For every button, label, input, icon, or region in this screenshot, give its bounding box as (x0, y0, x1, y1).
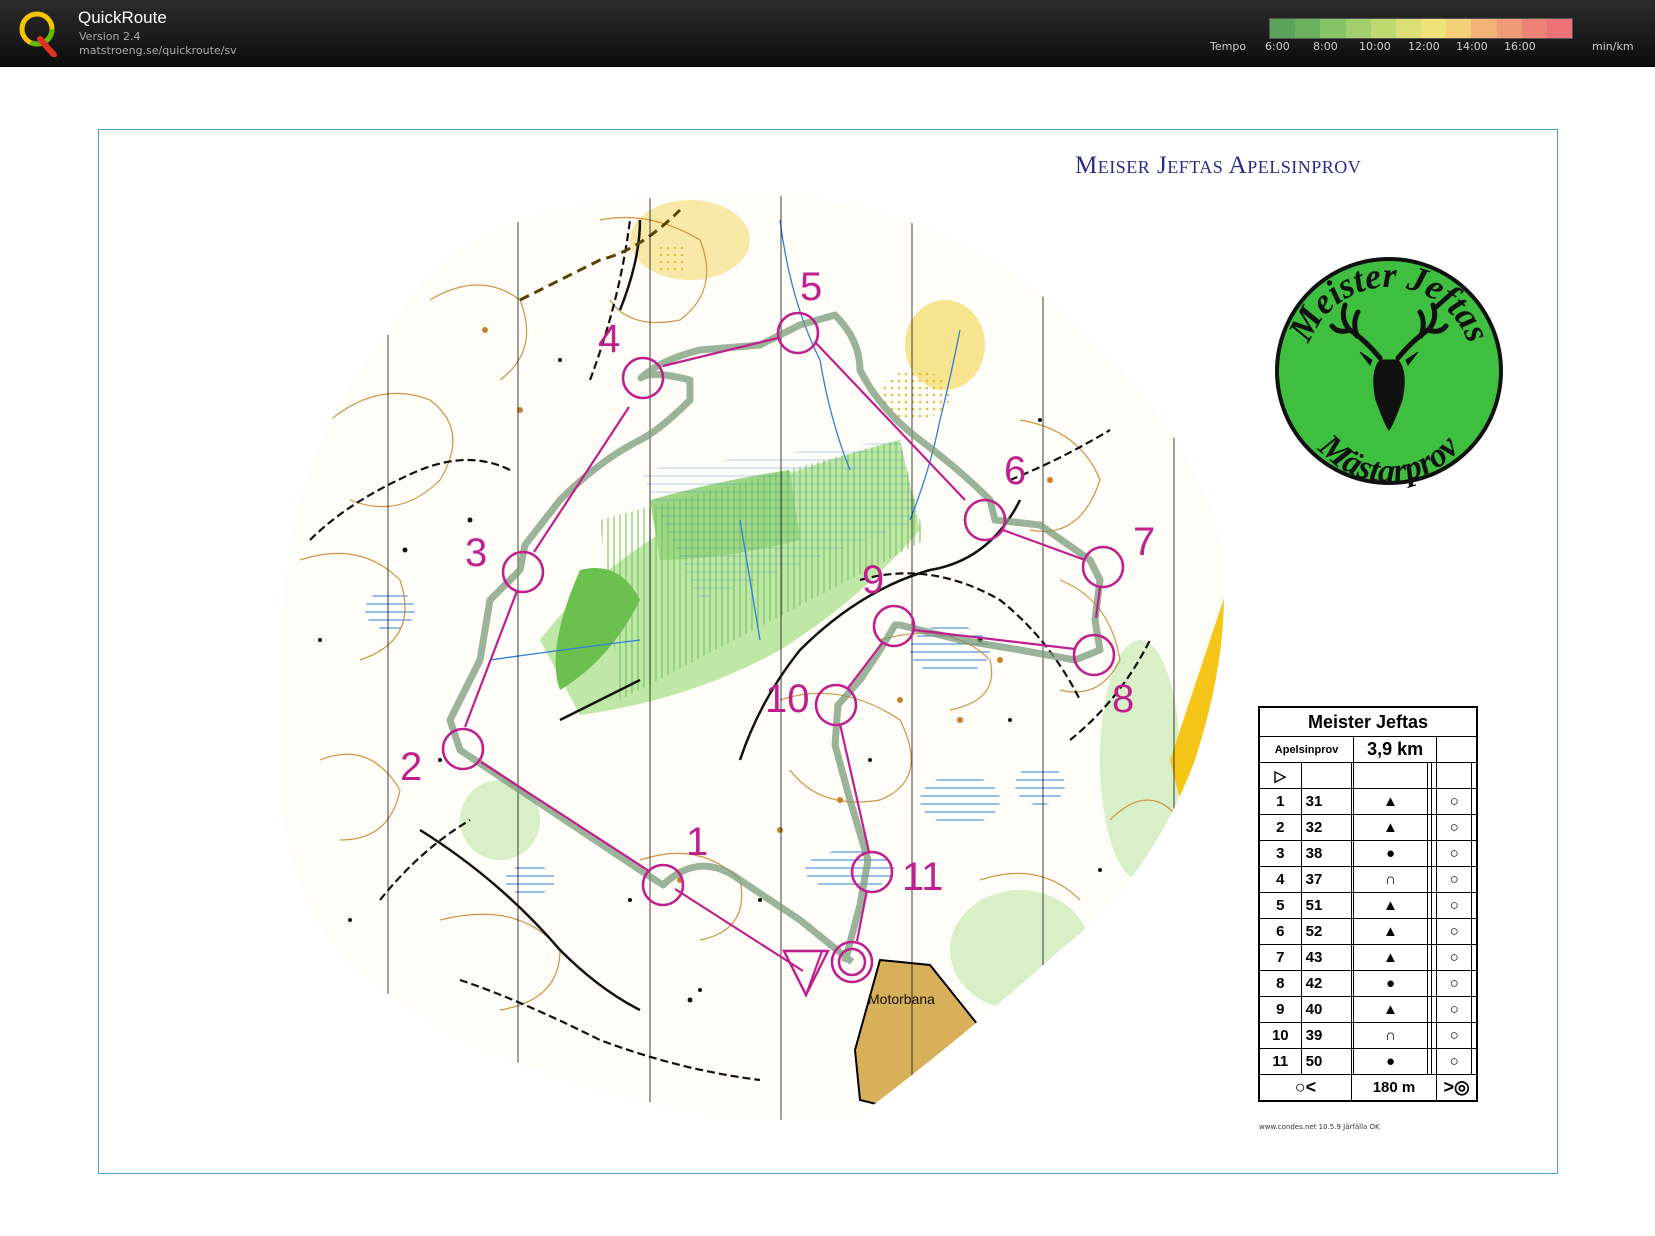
card-control-code: 37 (1300, 866, 1352, 893)
card-row: 3 38 ● ○ (1258, 840, 1478, 867)
card-control-code: 32 (1300, 814, 1352, 841)
card-row: 11 50 ● ○ (1258, 1048, 1478, 1075)
finish-start-icon: ○< (1258, 1074, 1352, 1102)
card-control-number: 7 (1258, 944, 1302, 971)
card-control-number: 5 (1258, 892, 1302, 919)
control-number-1: 1 (686, 820, 708, 864)
card-control-number: 4 (1258, 866, 1302, 893)
control-number-4: 4 (598, 317, 620, 361)
card-location-symbol-icon: ○ (1436, 970, 1473, 997)
card-row: 1 31 ▲ ○ (1258, 788, 1478, 815)
card-control-number: 2 (1258, 814, 1302, 841)
card-feature-symbol: ▲ (1353, 814, 1428, 841)
card-control-code: 43 (1300, 944, 1352, 971)
card-control-code: 31 (1300, 788, 1352, 815)
card-row: 5 51 ▲ ○ (1258, 892, 1478, 919)
card-rows: 1 31 ▲ ○ 2 32 ▲ ○ 3 38 ● ○ 4 37 ∩ ○ 5 51 ▲ ○ 6 52 ▲ ○ 7 43 ▲ ○ 8 42 ● ○… (1258, 788, 1478, 1075)
card-credit: www.condes.net 10.5.9 Järfälla OK (1259, 1123, 1380, 1131)
card-control-number: 10 (1258, 1022, 1302, 1049)
card-location-symbol-icon: ○ (1436, 892, 1473, 919)
card-control-code: 40 (1300, 996, 1352, 1023)
card-control-number: 11 (1258, 1048, 1302, 1075)
card-location-symbol-icon: ○ (1436, 788, 1473, 815)
control-number-3: 3 (465, 531, 487, 575)
control-number-11: 11 (902, 855, 944, 899)
card-control-number: 3 (1258, 840, 1302, 867)
card-course-length: 3,9 km (1353, 736, 1438, 763)
card-feature-symbol: ● (1353, 840, 1428, 867)
terrain-layer (279, 194, 1224, 1120)
card-row: 9 40 ▲ ○ (1258, 996, 1478, 1023)
card-row: 8 42 ● ○ (1258, 970, 1478, 997)
card-control-code: 42 (1300, 970, 1352, 997)
card-location-symbol-icon: ○ (1436, 1022, 1473, 1049)
card-control-number: 6 (1258, 918, 1302, 945)
card-feature-symbol: ● (1353, 1048, 1428, 1075)
card-location-symbol-icon: ○ (1436, 840, 1473, 867)
card-feature-symbol: ▲ (1353, 892, 1428, 919)
control-description-card: Meister Jeftas Apelsinprov 3,9 km ▷ 1 31 ▲… (1258, 706, 1478, 1102)
card-location-symbol-icon: ○ (1436, 996, 1473, 1023)
map-title: Meiser Jeftas Apelsinprov (1075, 152, 1362, 179)
card-feature-symbol: ▲ (1353, 944, 1428, 971)
card-control-code: 50 (1300, 1048, 1352, 1075)
card-feature-symbol: ▲ (1353, 788, 1428, 815)
card-row: 10 39 ∩ ○ (1258, 1022, 1478, 1049)
card-row: 6 52 ▲ ○ (1258, 918, 1478, 945)
card-location-symbol-icon: ○ (1436, 866, 1473, 893)
control-number-5: 5 (800, 265, 822, 309)
card-control-code: 39 (1300, 1022, 1352, 1049)
card-feature-symbol: ▲ (1353, 918, 1428, 945)
card-location-symbol-icon: ○ (1436, 1048, 1473, 1075)
card-control-number: 8 (1258, 970, 1302, 997)
card-feature-symbol: ∩ (1353, 866, 1428, 893)
card-feature-symbol: ● (1353, 970, 1428, 997)
start-symbol-icon: ▷ (1258, 762, 1302, 789)
card-control-code: 38 (1300, 840, 1352, 867)
card-row: 2 32 ▲ ○ (1258, 814, 1478, 841)
card-control-code: 51 (1300, 892, 1352, 919)
card-feature-symbol: ▲ (1353, 996, 1428, 1023)
control-number-2: 2 (400, 745, 422, 789)
control-number-10: 10 (765, 677, 810, 721)
card-feature-symbol: ∩ (1353, 1022, 1428, 1049)
card-finish-distance: 180 m (1350, 1074, 1438, 1102)
card-course-name: Apelsinprov (1258, 736, 1355, 763)
control-number-7: 7 (1133, 520, 1155, 564)
event-logo: Meister Jeftas Mästarprov (1275, 255, 1503, 490)
card-event-name: Meister Jeftas (1258, 706, 1478, 737)
control-number-6: 6 (1004, 449, 1026, 493)
control-number-9: 9 (862, 558, 884, 602)
card-row: 4 37 ∩ ○ (1258, 866, 1478, 893)
card-control-code: 52 (1300, 918, 1352, 945)
card-location-symbol-icon: ○ (1436, 814, 1473, 841)
card-control-number: 9 (1258, 996, 1302, 1023)
control-number-8: 8 (1112, 677, 1134, 721)
card-location-symbol-icon: ○ (1436, 944, 1473, 971)
place-label-motorbana: Motorbana (868, 991, 935, 1007)
finish-symbol-icon: >◎ (1436, 1074, 1478, 1102)
card-row: 7 43 ▲ ○ (1258, 944, 1478, 971)
card-location-symbol-icon: ○ (1436, 918, 1473, 945)
card-control-number: 1 (1258, 788, 1302, 815)
